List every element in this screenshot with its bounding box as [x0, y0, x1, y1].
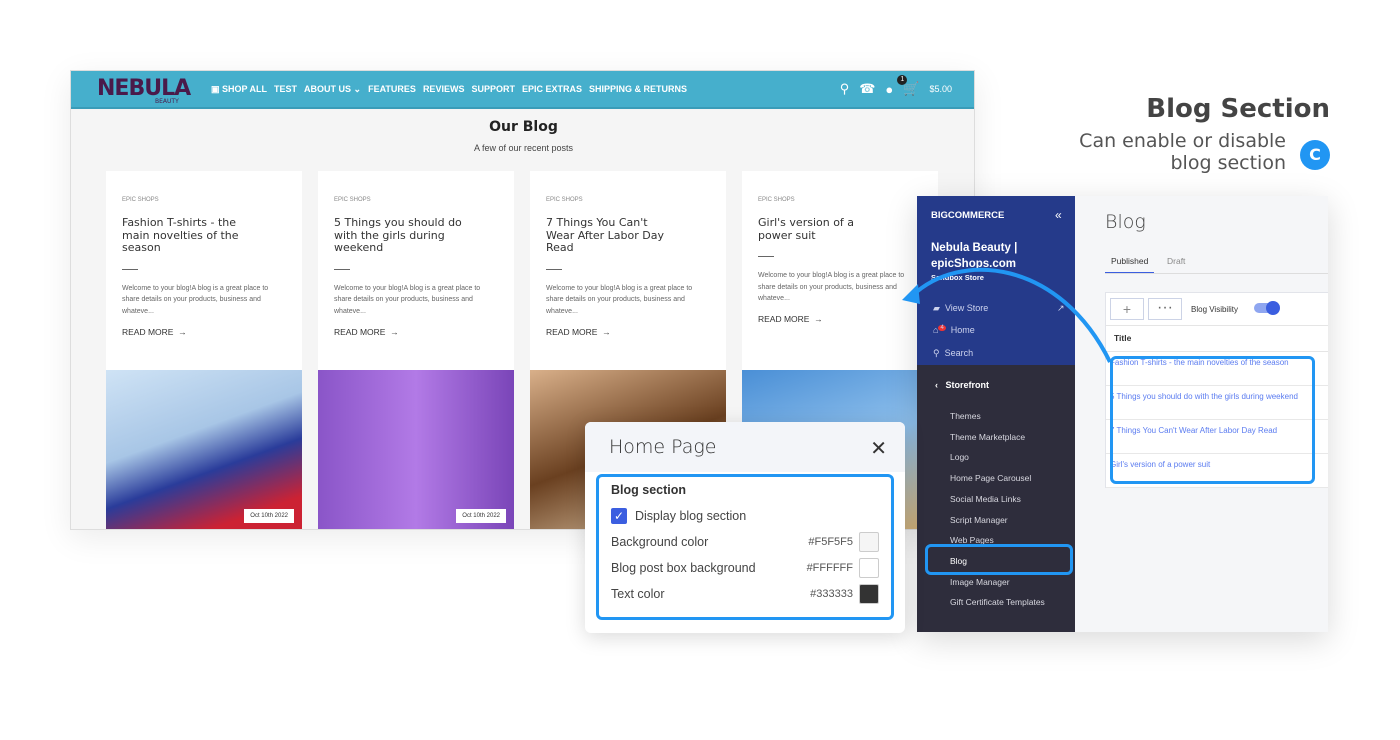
menu-item-image-manager[interactable]: Image Manager [950, 577, 1010, 587]
external-link-icon[interactable]: ↗ [1057, 303, 1065, 314]
callout-title: Blog Section [1146, 94, 1330, 124]
cart-icon[interactable]: 🛒 1 [897, 75, 919, 97]
nav-features[interactable]: FEATURES [368, 84, 416, 95]
divider [122, 268, 138, 270]
store-type: Sandbox Store [931, 273, 984, 282]
menu-item-logo[interactable]: Logo [950, 452, 969, 462]
store-name: Nebula Beauty | [931, 242, 1018, 254]
nav-shop-all[interactable]: ▣ SHOP ALL [211, 84, 267, 95]
post-image[interactable]: Oct 10th 2022 [106, 370, 302, 529]
color-swatch[interactable] [859, 584, 879, 604]
highlight-posts [1110, 356, 1315, 484]
menu-item-script-manager[interactable]: Script Manager [950, 515, 1008, 525]
blog-visibility-toggle[interactable] [1254, 301, 1280, 315]
callout-desc: Can enable or disable [1079, 130, 1286, 152]
tab-draft[interactable]: Draft [1167, 256, 1185, 266]
divider [758, 256, 774, 257]
title-column-header: Title [1114, 333, 1132, 343]
menu-item-home-page-carousel[interactable]: Home Page Carousel [950, 473, 1031, 483]
blog-section-settings: Blog section ✓ Display blog section Backg… [596, 474, 894, 620]
nav-test[interactable]: TEST [274, 84, 297, 95]
color-swatch[interactable] [859, 532, 879, 552]
menu-item-social-media-links[interactable]: Social Media Links [950, 494, 1021, 504]
read-more-link[interactable]: READ MORE → [334, 327, 399, 337]
color-swatch[interactable] [859, 558, 879, 578]
phone-icon[interactable]: ☎ [859, 81, 875, 97]
blog-post-card[interactable]: EPIC SHOPS 5 Things you should do with t… [318, 171, 514, 529]
bigcommerce-logo: BIGCOMMERCE [931, 210, 1005, 221]
home-link[interactable]: ⌂ 4 Home [933, 325, 975, 335]
tabs-divider [1105, 273, 1328, 274]
bigcommerce-admin: BIGCOMMERCE « Nebula Beauty | epicShops.c… [917, 196, 1328, 632]
post-excerpt: Welcome to your blog!A blog is a great p… [546, 284, 693, 315]
tab-published[interactable]: Published [1105, 256, 1155, 274]
blog-post-card[interactable]: EPIC SHOPS Fashion T-shirts - the main n… [106, 171, 302, 529]
nav-support[interactable]: SUPPORT [471, 84, 515, 95]
cart-badge: 1 [897, 75, 908, 85]
divider [334, 268, 350, 270]
color-label: Background color [611, 535, 709, 549]
storefront-section[interactable]: ‹ Storefront [935, 380, 989, 390]
search-icon[interactable]: ⚲ [840, 81, 850, 97]
nav-about[interactable]: ABOUT US ⌄ [304, 84, 361, 95]
visibility-label: Blog Visibility [1191, 305, 1238, 314]
post-category: EPIC SHOPS [758, 197, 795, 203]
read-more-link[interactable]: READ MORE → [122, 327, 187, 337]
read-more-link[interactable]: READ MORE → [546, 327, 611, 337]
nav-shipping[interactable]: SHIPPING & RETURNS [589, 84, 687, 95]
modal-title: Home Page [585, 422, 905, 472]
user-icon[interactable]: ● [885, 82, 893, 97]
highlight-blog-menu [925, 544, 1073, 575]
blog-subheading: A few of our recent posts [473, 143, 574, 153]
color-label: Blog post box background [611, 561, 756, 575]
callout-badge: C [1300, 140, 1330, 170]
home-page-settings-modal: Home Page ✕ Blog section ✓ Display blog s… [585, 422, 905, 633]
post-excerpt: Welcome to your blog!A blog is a great p… [758, 272, 905, 302]
color-hex[interactable]: #F5F5F5 [808, 536, 853, 548]
post-excerpt: Welcome to your blog!A blog is a great p… [334, 284, 481, 315]
view-store-link[interactable]: ▰ View Store [933, 303, 988, 314]
more-button[interactable]: ··· [1148, 298, 1182, 320]
search-link[interactable]: ⚲ Search [933, 348, 973, 359]
add-post-button[interactable]: + [1110, 298, 1144, 320]
display-blog-checkbox[interactable]: ✓ Display blog section [611, 503, 879, 529]
post-title[interactable]: 7 Things You Can't Wear After Labor Day … [546, 216, 676, 255]
nav-reviews[interactable]: REVIEWS [423, 84, 465, 95]
menu-item-themes[interactable]: Themes [950, 411, 981, 421]
color-setting: Text color #333333 [611, 581, 879, 607]
nav-epic-extras[interactable]: EPIC EXTRAS [522, 84, 582, 95]
color-hex[interactable]: #FFFFFF [807, 562, 853, 574]
post-category: EPIC SHOPS [334, 197, 371, 203]
color-hex[interactable]: #333333 [810, 588, 853, 600]
color-setting: Blog post box background #FFFFFF [611, 555, 879, 581]
post-category: EPIC SHOPS [122, 197, 159, 203]
close-icon[interactable]: ✕ [870, 436, 887, 461]
collapse-icon[interactable]: « [1055, 208, 1062, 222]
store-header: NEBULA BEAUTY ▣ SHOP ALL TEST ABOUT US ⌄ … [71, 71, 974, 109]
post-excerpt: Welcome to your blog!A blog is a great p… [122, 284, 269, 315]
checkbox-checked-icon[interactable]: ✓ [611, 508, 627, 524]
read-more-link[interactable]: READ MORE → [758, 314, 823, 324]
section-title: Blog section [611, 483, 687, 497]
cart-total: $5.00 [929, 84, 952, 94]
store-nav: ▣ SHOP ALL TEST ABOUT US ⌄ FEATURES REVI… [211, 84, 687, 95]
post-title[interactable]: Fashion T-shirts - the main novelties of… [122, 216, 252, 255]
blog-heading: Our Blog [489, 119, 558, 135]
row-divider [1106, 487, 1328, 488]
post-category: EPIC SHOPS [546, 197, 583, 203]
callout: Blog Section Can enable or disable blog s… [1079, 94, 1330, 174]
post-image[interactable]: Oct 10th 2022 [318, 370, 514, 529]
post-title[interactable]: 5 Things you should do with the girls du… [334, 216, 464, 255]
post-title[interactable]: Girl's version of a power suit [758, 216, 888, 242]
menu-item-gift-certificate-templates[interactable]: Gift Certificate Templates [950, 597, 1045, 607]
divider [546, 268, 562, 270]
color-label: Text color [611, 587, 665, 601]
page-title: Blog [1105, 211, 1146, 233]
menu-item-theme-marketplace[interactable]: Theme Marketplace [950, 432, 1025, 442]
store-logo[interactable]: NEBULA BEAUTY [97, 76, 191, 105]
post-date: Oct 10th 2022 [244, 509, 294, 523]
post-date: Oct 10th 2022 [456, 509, 506, 523]
color-setting: Background color #F5F5F5 [611, 529, 879, 555]
